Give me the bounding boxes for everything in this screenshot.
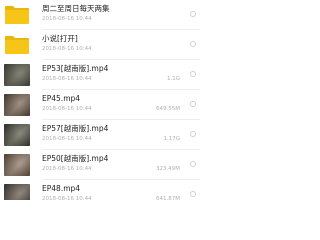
file-date: 2018-08-16 10:44 [42, 16, 92, 22]
select-radio-icon[interactable] [190, 11, 196, 17]
select-radio-icon[interactable] [190, 41, 196, 47]
video-thumbnail [4, 124, 30, 146]
file-list-item[interactable]: 周二至周日每天两集 2018-08-16 10:44 [0, 0, 200, 30]
file-size: 1.17G [163, 136, 180, 142]
file-date: 2018-08-16 10:44 [42, 136, 92, 142]
video-thumbnail [4, 94, 30, 116]
file-list-item[interactable]: EP57[越南版].mp4 2018-08-16 10:44 1.17G [0, 120, 200, 150]
video-thumbnail [4, 184, 30, 200]
folder-icon [5, 6, 29, 24]
select-radio-icon[interactable] [190, 101, 196, 107]
file-list-item[interactable]: EP53[越南版].mp4 2018-08-16 10:44 1.1G [0, 60, 200, 90]
video-thumbnail [4, 154, 30, 176]
select-radio-icon[interactable] [190, 131, 196, 137]
file-date: 2018-08-16 10:44 [42, 76, 92, 82]
file-size: 641.87M [156, 196, 180, 200]
file-list-item[interactable]: 小说[打开] 2018-08-16 10:44 [0, 30, 200, 60]
file-list-item[interactable]: EP45.mp4 2018-08-16 10:44 649.55M [0, 90, 200, 120]
file-date: 2018-08-16 10:44 [42, 196, 92, 200]
file-name: EP53[越南版].mp4 [42, 64, 109, 73]
file-name: EP57[越南版].mp4 [42, 124, 109, 133]
file-date: 2018-08-16 10:44 [42, 46, 92, 52]
file-size: 1.1G [166, 76, 180, 82]
file-name: EP45.mp4 [42, 94, 81, 103]
file-list: 周二至周日每天两集 2018-08-16 10:44 小说[打开] 2018-08-1… [0, 0, 200, 200]
file-size: 323.49M [156, 166, 180, 172]
file-date: 2018-08-16 10:44 [42, 106, 92, 112]
video-thumbnail [4, 64, 30, 86]
file-size: 649.55M [156, 106, 180, 112]
select-radio-icon[interactable] [190, 71, 196, 77]
folder-icon [5, 36, 29, 54]
select-radio-icon[interactable] [190, 161, 196, 167]
file-name: EP50[越南版].mp4 [42, 154, 109, 163]
file-name: 周二至周日每天两集 [42, 4, 110, 13]
file-name: 小说[打开] [42, 34, 78, 43]
file-name: EP48.mp4 [42, 184, 81, 193]
file-list-item[interactable]: EP50[越南版].mp4 2018-08-16 10:44 323.49M [0, 150, 200, 180]
file-date: 2018-08-16 10:44 [42, 166, 92, 172]
select-radio-icon[interactable] [190, 191, 196, 197]
file-list-item[interactable]: EP48.mp4 2018-08-16 10:44 641.87M [0, 180, 200, 200]
